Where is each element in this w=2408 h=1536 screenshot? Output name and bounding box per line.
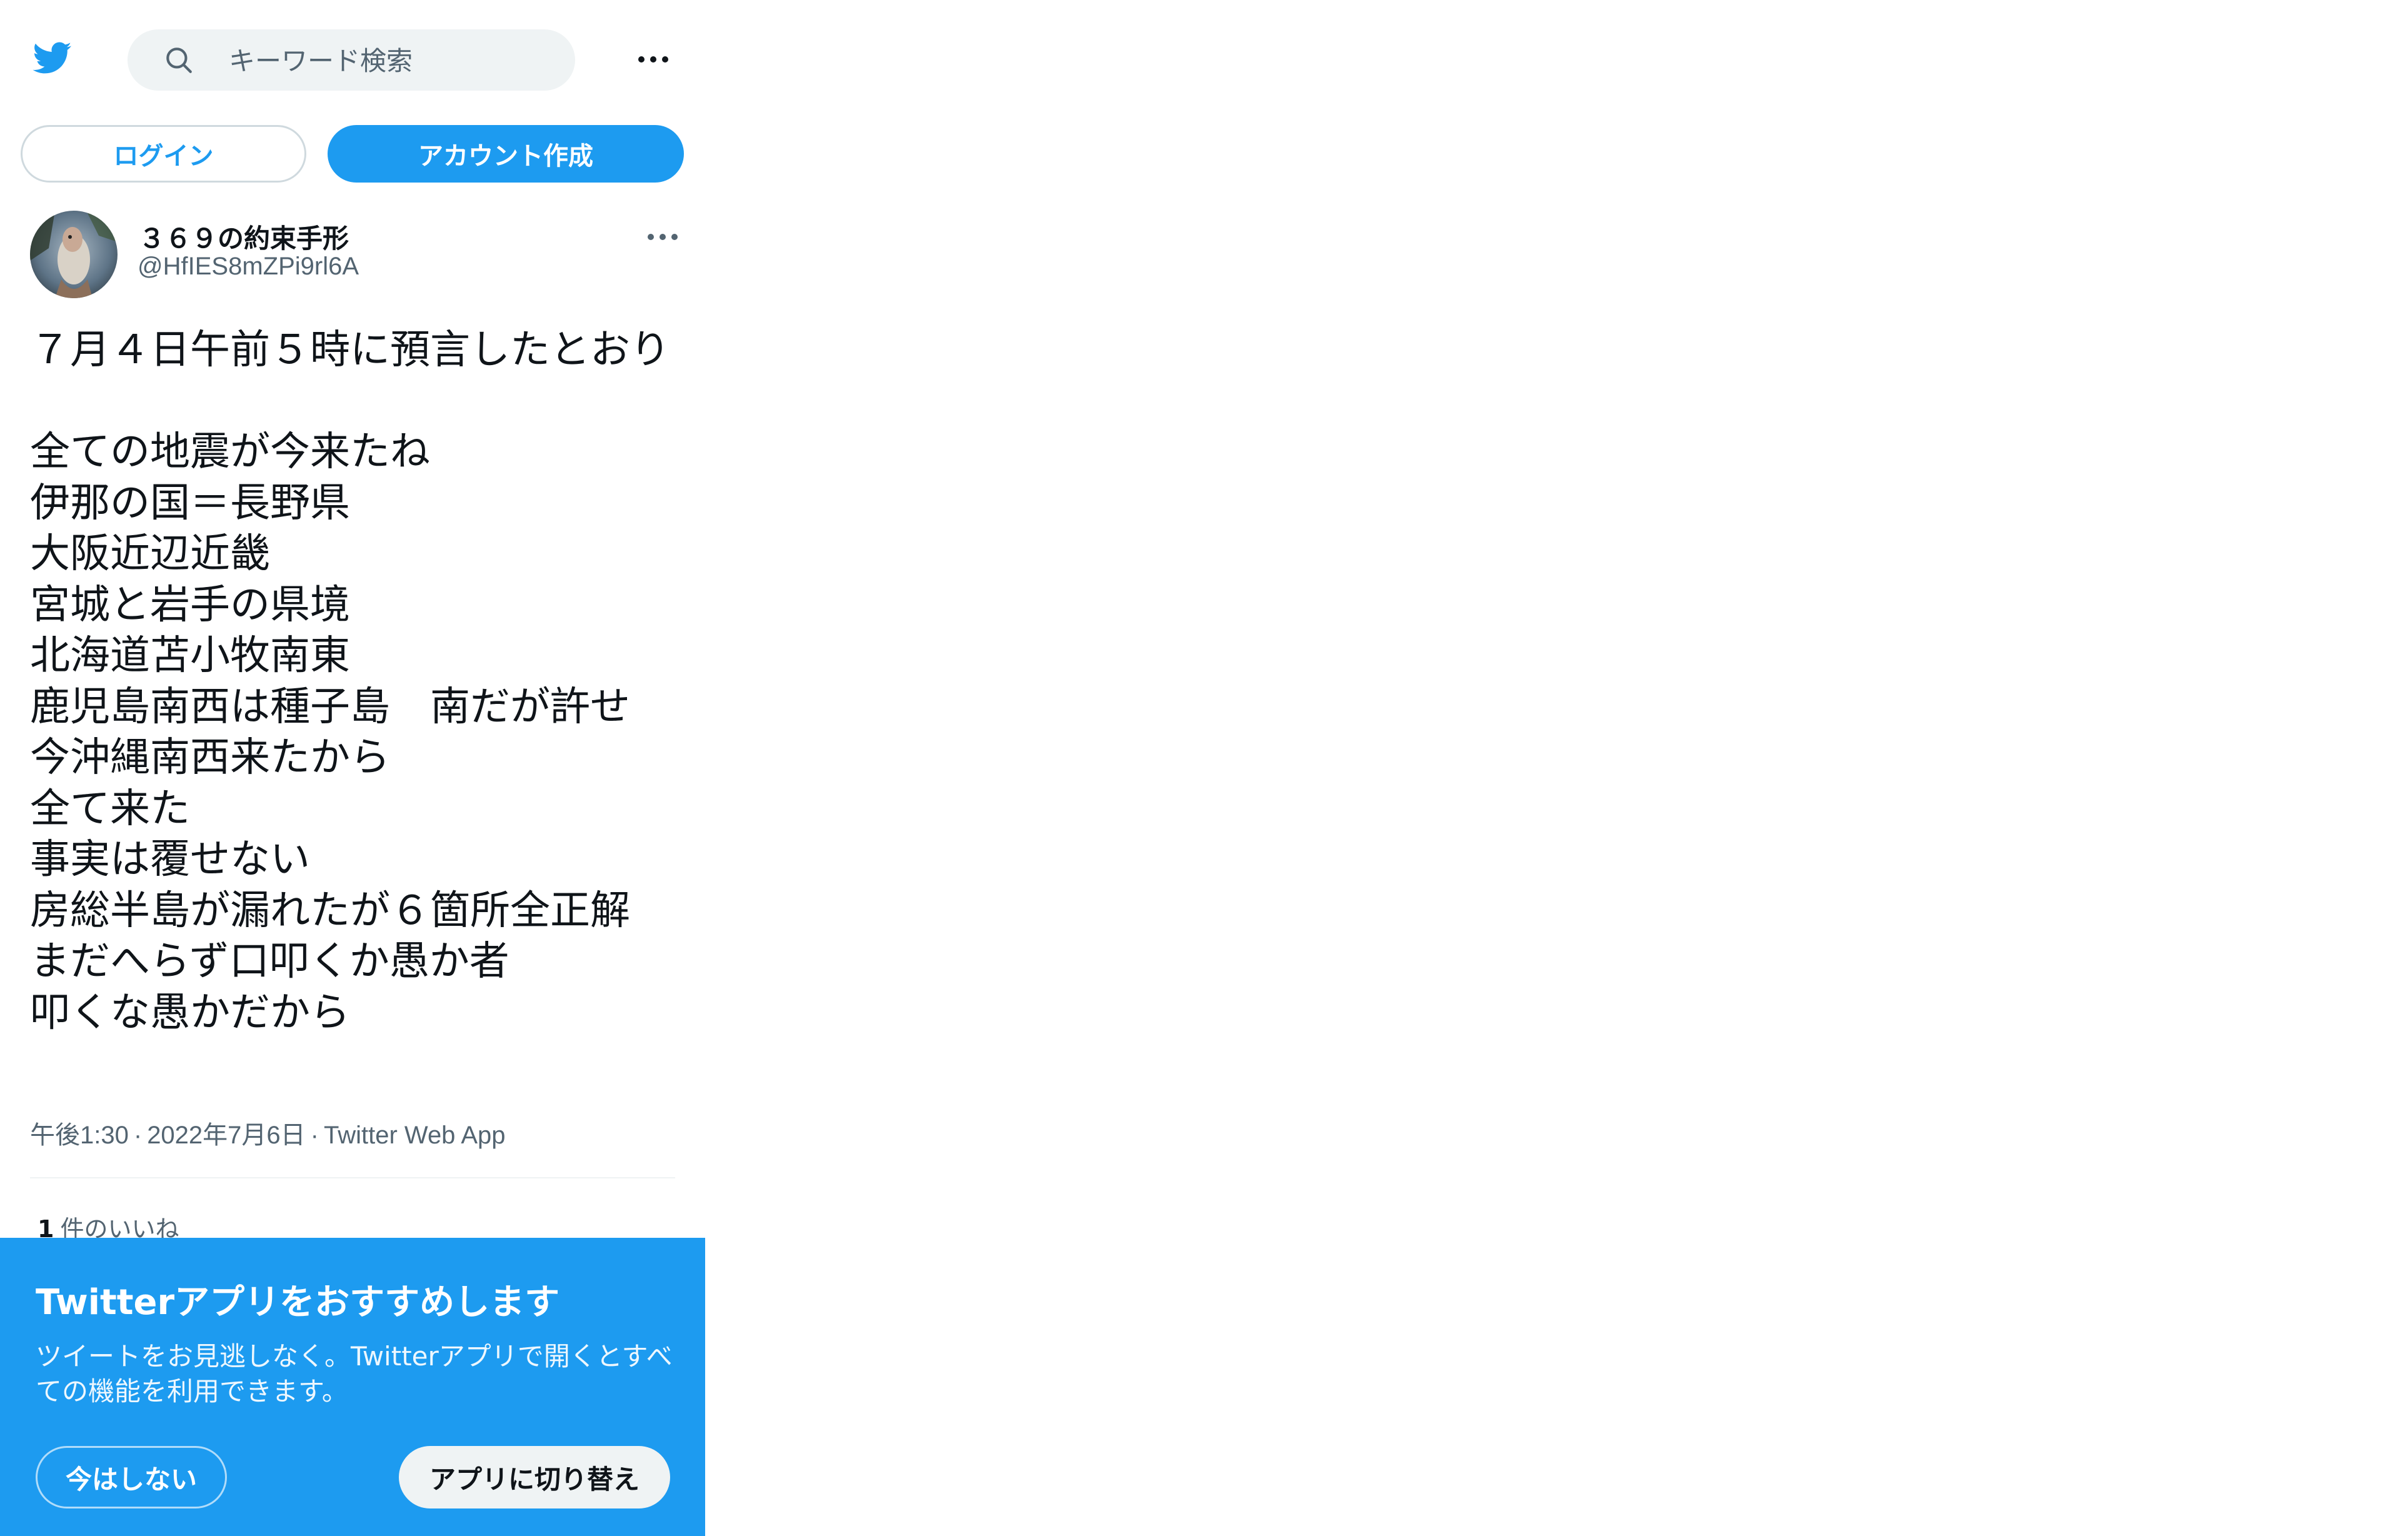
divider xyxy=(30,1177,675,1178)
twitter-bird-icon[interactable] xyxy=(28,38,75,78)
more-horizontal-icon[interactable] xyxy=(631,41,675,76)
search-input[interactable] xyxy=(228,38,555,83)
tweet-text-line: まだへらず口叩くか愚か者 xyxy=(30,938,509,985)
tweet-lines: 全ての地震が今来たね 伊那の国＝長野県 大阪近辺近畿 宮城と岩手の県境 北海道苫小牧南東… xyxy=(30,427,680,1038)
promo-description: ツイートをお見逃しなく。Twitterアプリで開くとすべての機能を利用できます。 xyxy=(36,1341,673,1407)
app-promo-sheet: Twitterアプリをおすすめします ツイートをお見逃しなく。Twitterアプ… xyxy=(0,1238,705,1536)
tweet-more-icon[interactable] xyxy=(641,219,685,254)
tweet-text-line: ７月４日午前５時に預言したとおり xyxy=(30,327,670,373)
search-box[interactable] xyxy=(128,29,575,91)
search-icon xyxy=(166,48,192,73)
signup-button[interactable]: アカウント作成 xyxy=(328,125,684,183)
tweet-text-line: 北海道苫小牧南東 xyxy=(30,633,350,679)
author-display-name[interactable]: ３６９の約束手形 xyxy=(139,218,349,256)
avatar[interactable] xyxy=(30,211,118,298)
author-handle[interactable]: @HfIES8mZPi9rl6A xyxy=(138,253,359,281)
tweet-text-line: 叩くな愚かだから xyxy=(30,989,350,1036)
tweet-text-line: 全て来た xyxy=(30,785,190,832)
tweet-text-line: 宮城と岩手の県境 xyxy=(30,581,350,628)
meta-separator: · xyxy=(310,1122,319,1149)
tweet-date[interactable]: 2022年7月6日 xyxy=(147,1122,305,1149)
tweet-text-line: 全ての地震が今来たね xyxy=(30,429,430,475)
not-now-button[interactable]: 今はしない xyxy=(36,1446,227,1508)
tweet-text-line: 今沖縄南西来たから xyxy=(30,735,390,781)
tweet-text-line: 大阪近辺近畿 xyxy=(30,531,270,577)
tweet-text-line: 事実は覆せない xyxy=(30,836,310,883)
tweet-text-line: 伊那の国＝長野県 xyxy=(30,479,350,526)
tweet-text-line: 鹿児島南西は種子島 南だが許せ xyxy=(30,683,630,730)
tweet-text: ７月４日午前５時に預言したとおり 全ての地震が今来たね 伊那の国＝長野県 大阪近辺近… xyxy=(30,325,680,1038)
switch-to-app-button[interactable]: アプリに切り替え xyxy=(399,1446,670,1508)
app-root: ログイン アカウント作成 ３６９の約束手形 @HfIES8mZPi9rl6A xyxy=(0,0,2408,1536)
tweet-time[interactable]: 午後1:30 xyxy=(30,1122,129,1149)
tweet-source[interactable]: Twitter Web App xyxy=(324,1122,506,1149)
tweet-meta: 午後1:30 · 2022年7月6日 · Twitter Web App xyxy=(30,1115,506,1151)
promo-title: Twitterアプリをおすすめします xyxy=(36,1282,560,1323)
tweet-text-line: 房総半島が漏れたが６箇所全正解 xyxy=(30,887,630,934)
meta-separator: · xyxy=(133,1122,143,1149)
login-button[interactable]: ログイン xyxy=(21,125,306,183)
